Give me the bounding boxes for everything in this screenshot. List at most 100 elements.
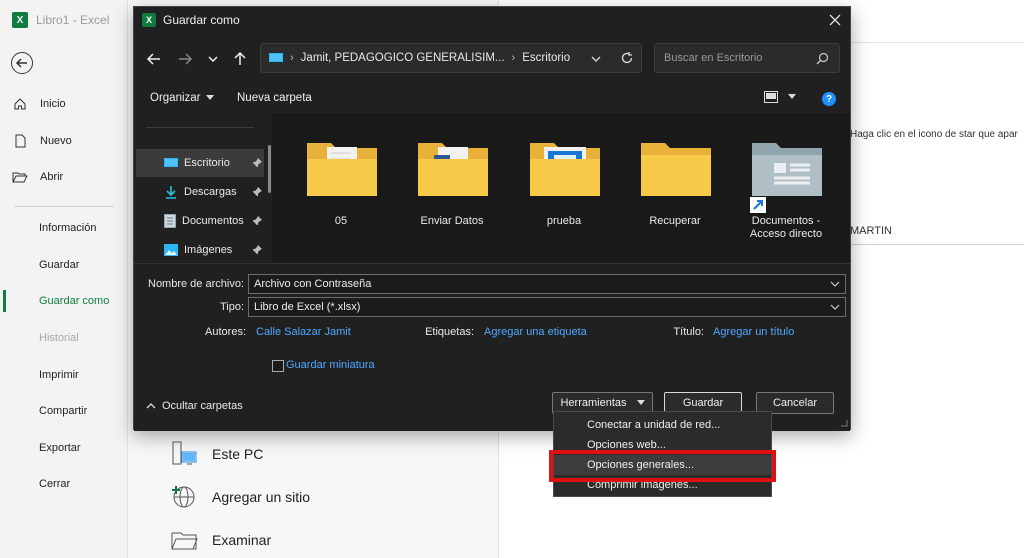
add-tag-link[interactable]: Agregar una etiqueta xyxy=(484,326,587,338)
help-icon[interactable]: ? xyxy=(822,92,836,106)
documents-shortcut-icon xyxy=(750,143,822,213)
app-title-bar: X Libro1 - Excel xyxy=(12,12,109,28)
folder-doc-icon xyxy=(307,143,377,196)
organize-button[interactable]: Organizar xyxy=(150,92,214,104)
nav-abrir[interactable]: Abrir xyxy=(0,162,128,192)
file-item-recuperar[interactable]: Recuperar xyxy=(629,129,721,249)
nav-historial: Historial xyxy=(39,332,79,344)
resize-grip-icon[interactable] xyxy=(840,419,848,427)
pin-icon[interactable] xyxy=(252,216,262,226)
pin-icon[interactable] xyxy=(252,187,262,197)
hide-folders-toggle[interactable]: Ocultar carpetas xyxy=(146,400,243,412)
save-as-dialog: X Guardar como › Jamit, PEDAGOGICO GENER… xyxy=(133,6,851,431)
recent-folder-item[interactable]: MARTIN xyxy=(850,225,892,237)
up-arrow-icon[interactable] xyxy=(232,51,248,67)
refresh-icon[interactable] xyxy=(620,51,634,65)
chevron-up-icon xyxy=(146,403,156,409)
globe-add-icon xyxy=(172,486,195,508)
file-type-select[interactable]: Libro de Excel (*.xlsx) xyxy=(248,297,846,317)
tags-label: Etiquetas: xyxy=(425,326,474,338)
nav-pane-item-escritorio[interactable]: Escritorio xyxy=(136,149,264,177)
desktop-icon xyxy=(164,158,178,167)
new-folder-button[interactable]: Nueva carpeta xyxy=(237,92,312,104)
desktop-icon xyxy=(269,53,283,62)
chevron-down-icon[interactable] xyxy=(830,303,840,311)
authors-value[interactable]: Calle Salazar Jamit xyxy=(256,326,351,338)
file-item-enviar-datos[interactable]: W Enviar Datos xyxy=(406,129,498,249)
folder-word-icon: W xyxy=(418,143,488,196)
nav-guardar[interactable]: Guardar xyxy=(0,250,128,280)
location-agregar-sitio[interactable]: Agregar un sitio xyxy=(170,483,310,511)
dialog-title-bar: X Guardar como xyxy=(134,7,850,33)
dialog-title: Guardar como xyxy=(163,13,240,27)
breadcrumb-separator-icon: › xyxy=(511,52,516,64)
authors-label: Autores: xyxy=(205,326,246,338)
nav-guardar-como[interactable]: Guardar como xyxy=(0,286,128,316)
file-item-05[interactable]: 05 xyxy=(295,129,387,249)
dialog-toolbar: Organizar Nueva carpeta ? xyxy=(134,85,850,113)
nav-pane-item-descargas[interactable]: Descargas xyxy=(136,178,264,206)
breadcrumb-user[interactable]: Jamit, PEDAGOGICO GENERALISIM... xyxy=(301,52,505,64)
filename-label: Nombre de archivo: xyxy=(148,278,244,290)
new-file-icon xyxy=(15,134,26,148)
file-browser: Escritorio Descargas Documentos Imágenes xyxy=(134,113,850,263)
pin-icon[interactable] xyxy=(252,158,262,168)
folder-open-icon xyxy=(12,172,28,183)
forward-icon[interactable] xyxy=(177,51,193,67)
folder-icon xyxy=(641,143,711,196)
location-este-pc[interactable]: Este PC xyxy=(170,440,263,468)
nav-compartir[interactable]: Compartir xyxy=(0,396,128,426)
title-label: Título: xyxy=(673,326,704,338)
breadcrumb-folder[interactable]: Escritorio xyxy=(522,52,570,64)
nav-informacion[interactable]: Información xyxy=(0,213,128,243)
nav-pane-item-documentos[interactable]: Documentos xyxy=(136,207,264,235)
chevron-down-icon[interactable] xyxy=(205,51,221,67)
file-item-documentos-acceso-directo[interactable]: Documentos - Acceso directo xyxy=(740,129,832,249)
folder-icon xyxy=(171,532,198,550)
add-title-link[interactable]: Agregar un título xyxy=(713,326,794,338)
nav-imprimir[interactable]: Imprimir xyxy=(0,360,128,390)
excel-logo-icon: X xyxy=(12,12,28,28)
file-item-prueba[interactable]: prueba xyxy=(518,129,610,249)
pictures-icon xyxy=(164,244,178,256)
nav-pane-scrollbar[interactable] xyxy=(268,145,271,193)
menu-item-map-network-drive[interactable]: Conectar a unidad de red... xyxy=(554,415,771,435)
view-options[interactable] xyxy=(764,91,796,103)
address-history-chevron-icon[interactable] xyxy=(590,53,602,65)
list-divider xyxy=(840,244,1024,245)
pc-icon xyxy=(172,441,197,465)
search-icon[interactable] xyxy=(816,52,829,65)
location-examinar[interactable]: Examinar xyxy=(170,526,271,554)
folder-image-icon xyxy=(530,143,600,196)
backstage-nav: X Libro1 - Excel Inicio Nuevo Abrir Info… xyxy=(0,0,128,558)
filename-input[interactable]: Archivo con Contraseña xyxy=(248,274,846,294)
app-title: Libro1 - Excel xyxy=(36,13,110,27)
nav-nuevo[interactable]: Nuevo xyxy=(0,126,128,156)
breadcrumb-separator-icon: › xyxy=(290,52,294,64)
home-icon xyxy=(14,98,26,110)
caret-down-icon xyxy=(636,400,645,405)
save-thumbnail-label[interactable]: Guardar miniatura xyxy=(286,359,375,371)
download-icon xyxy=(166,186,176,199)
save-thumbnail-checkbox[interactable] xyxy=(272,360,284,372)
chevron-down-icon[interactable] xyxy=(830,280,840,288)
navigation-pane: Escritorio Descargas Documentos Imágenes xyxy=(134,113,272,263)
nav-cerrar[interactable]: Cerrar xyxy=(0,469,128,499)
address-bar[interactable]: › Jamit, PEDAGOGICO GENERALISIM... › Esc… xyxy=(260,43,642,73)
close-icon[interactable] xyxy=(826,11,844,29)
back-arrow-icon[interactable] xyxy=(11,52,33,74)
hint-text: Haga clic en el icono de star que apar xyxy=(850,129,1018,140)
caret-down-icon xyxy=(788,94,796,99)
type-label: Tipo: xyxy=(219,301,244,313)
back-icon[interactable] xyxy=(146,51,162,67)
view-icon xyxy=(764,91,778,103)
nav-pane-item-imagenes[interactable]: Imágenes xyxy=(136,236,264,264)
caret-down-icon xyxy=(205,95,214,100)
documents-icon xyxy=(164,214,176,228)
nav-inicio[interactable]: Inicio xyxy=(0,89,128,119)
search-input[interactable]: Buscar en Escritorio xyxy=(654,43,840,73)
pin-icon[interactable] xyxy=(252,245,262,255)
nav-exportar[interactable]: Exportar xyxy=(0,433,128,463)
annotation-highlight-box xyxy=(549,450,776,482)
navigation-bar: › Jamit, PEDAGOGICO GENERALISIM... › Esc… xyxy=(134,43,850,75)
